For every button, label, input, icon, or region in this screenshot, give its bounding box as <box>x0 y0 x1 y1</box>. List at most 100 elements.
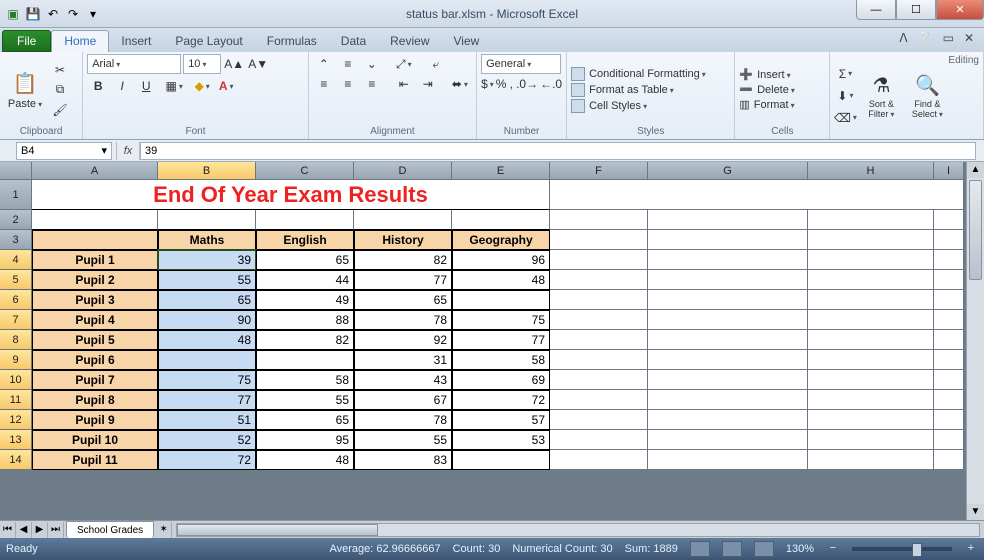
qat-customize-icon[interactable]: ▾ <box>84 5 102 23</box>
format-cells-button[interactable]: ▥Format <box>739 98 795 111</box>
formula-input[interactable]: 39 <box>140 142 976 160</box>
row-header[interactable]: 14 <box>0 450 32 470</box>
increase-decimal-icon[interactable]: .0→ <box>516 74 538 94</box>
data-cell[interactable]: 69 <box>452 370 550 390</box>
font-size-combo[interactable]: 10 <box>183 54 221 74</box>
cell[interactable] <box>256 210 354 230</box>
data-cell[interactable]: 49 <box>256 290 354 310</box>
cell[interactable] <box>550 290 648 310</box>
align-middle-icon[interactable]: ≡ <box>337 54 359 74</box>
data-cell[interactable]: 72 <box>452 390 550 410</box>
cell[interactable] <box>808 410 934 430</box>
tab-data[interactable]: Data <box>329 30 378 52</box>
fill-icon[interactable]: ⬇ <box>834 86 856 106</box>
cell[interactable] <box>934 410 964 430</box>
tab-view[interactable]: View <box>442 30 492 52</box>
data-cell[interactable]: 83 <box>354 450 452 470</box>
cell[interactable] <box>934 330 964 350</box>
tab-prev-icon[interactable]: ◀ <box>16 522 32 538</box>
tab-review[interactable]: Review <box>378 30 441 52</box>
cell[interactable] <box>550 250 648 270</box>
orientation-icon[interactable]: ⤢ <box>393 54 415 74</box>
pupil-label[interactable]: Pupil 7 <box>32 370 158 390</box>
row-header[interactable]: 2 <box>0 210 32 230</box>
cell[interactable] <box>808 450 934 470</box>
column-header[interactable]: I <box>934 162 964 180</box>
pupil-label[interactable]: Pupil 2 <box>32 270 158 290</box>
data-cell[interactable]: 78 <box>354 410 452 430</box>
insert-cells-button[interactable]: ➕Insert <box>739 68 795 81</box>
data-cell[interactable] <box>452 450 550 470</box>
data-cell[interactable]: 55 <box>354 430 452 450</box>
cell[interactable] <box>808 270 934 290</box>
row-header[interactable]: 6 <box>0 290 32 310</box>
currency-icon[interactable]: $ <box>481 74 494 94</box>
data-cell[interactable]: 82 <box>256 330 354 350</box>
column-header[interactable]: D <box>354 162 452 180</box>
percent-icon[interactable]: % <box>496 74 507 94</box>
align-bottom-icon[interactable]: ⌄ <box>361 54 383 74</box>
data-cell[interactable]: 52 <box>158 430 256 450</box>
data-cell[interactable]: 43 <box>354 370 452 390</box>
cell[interactable] <box>550 350 648 370</box>
cell[interactable] <box>648 310 808 330</box>
cell[interactable] <box>550 270 648 290</box>
data-cell[interactable]: 65 <box>256 250 354 270</box>
data-cell[interactable]: 77 <box>354 270 452 290</box>
pupil-label[interactable]: Pupil 8 <box>32 390 158 410</box>
column-header[interactable]: G <box>648 162 808 180</box>
column-header[interactable]: C <box>256 162 354 180</box>
cell[interactable] <box>550 230 648 250</box>
page-break-view-icon[interactable] <box>754 541 774 557</box>
cell[interactable] <box>550 390 648 410</box>
pupil-label[interactable]: Pupil 11 <box>32 450 158 470</box>
column-subheader[interactable]: English <box>256 230 354 250</box>
cell[interactable] <box>648 230 808 250</box>
cell[interactable] <box>648 450 808 470</box>
comma-icon[interactable]: , <box>508 74 514 94</box>
zoom-out-icon[interactable]: − <box>826 542 840 556</box>
row-header[interactable]: 10 <box>0 370 32 390</box>
data-cell[interactable]: 48 <box>452 270 550 290</box>
cell[interactable] <box>934 310 964 330</box>
cell[interactable] <box>808 370 934 390</box>
font-name-combo[interactable]: Arial <box>87 54 181 74</box>
data-cell[interactable]: 39 <box>158 250 256 270</box>
align-right-icon[interactable]: ≡ <box>361 74 383 94</box>
cell[interactable] <box>808 390 934 410</box>
data-cell[interactable]: 95 <box>256 430 354 450</box>
font-color-icon[interactable]: A <box>215 76 237 96</box>
cell[interactable] <box>808 310 934 330</box>
italic-icon[interactable]: I <box>111 76 133 96</box>
row-header[interactable]: 8 <box>0 330 32 350</box>
tab-insert[interactable]: Insert <box>109 30 163 52</box>
data-cell[interactable]: 58 <box>452 350 550 370</box>
tab-first-icon[interactable]: ⏮ <box>0 522 16 538</box>
tab-next-icon[interactable]: ▶ <box>32 522 48 538</box>
cell[interactable] <box>934 370 964 390</box>
maximize-button[interactable]: ☐ <box>896 0 936 20</box>
cell[interactable] <box>934 250 964 270</box>
increase-indent-icon[interactable]: ⇥ <box>417 74 439 94</box>
new-sheet-icon[interactable]: ✶ <box>156 522 172 538</box>
cell[interactable] <box>934 270 964 290</box>
data-cell[interactable]: 96 <box>452 250 550 270</box>
minimize-ribbon-icon[interactable]: ᐱ <box>899 31 907 45</box>
cell[interactable] <box>648 270 808 290</box>
bold-icon[interactable]: B <box>87 76 109 96</box>
data-cell[interactable]: 51 <box>158 410 256 430</box>
row-header[interactable]: 4 <box>0 250 32 270</box>
format-as-table-button[interactable]: Format as Table <box>571 83 706 97</box>
cell[interactable] <box>934 390 964 410</box>
cell[interactable] <box>808 290 934 310</box>
data-cell[interactable]: 48 <box>256 450 354 470</box>
cell[interactable] <box>648 410 808 430</box>
cell[interactable] <box>354 210 452 230</box>
fill-color-icon[interactable]: ◆ <box>191 76 213 96</box>
cell[interactable] <box>550 370 648 390</box>
column-subheader[interactable] <box>32 230 158 250</box>
vertical-scrollbar[interactable]: ▲ ▼ <box>966 162 984 520</box>
data-cell[interactable]: 67 <box>354 390 452 410</box>
cell[interactable] <box>808 330 934 350</box>
paste-button[interactable]: 📋 Paste <box>4 59 46 121</box>
